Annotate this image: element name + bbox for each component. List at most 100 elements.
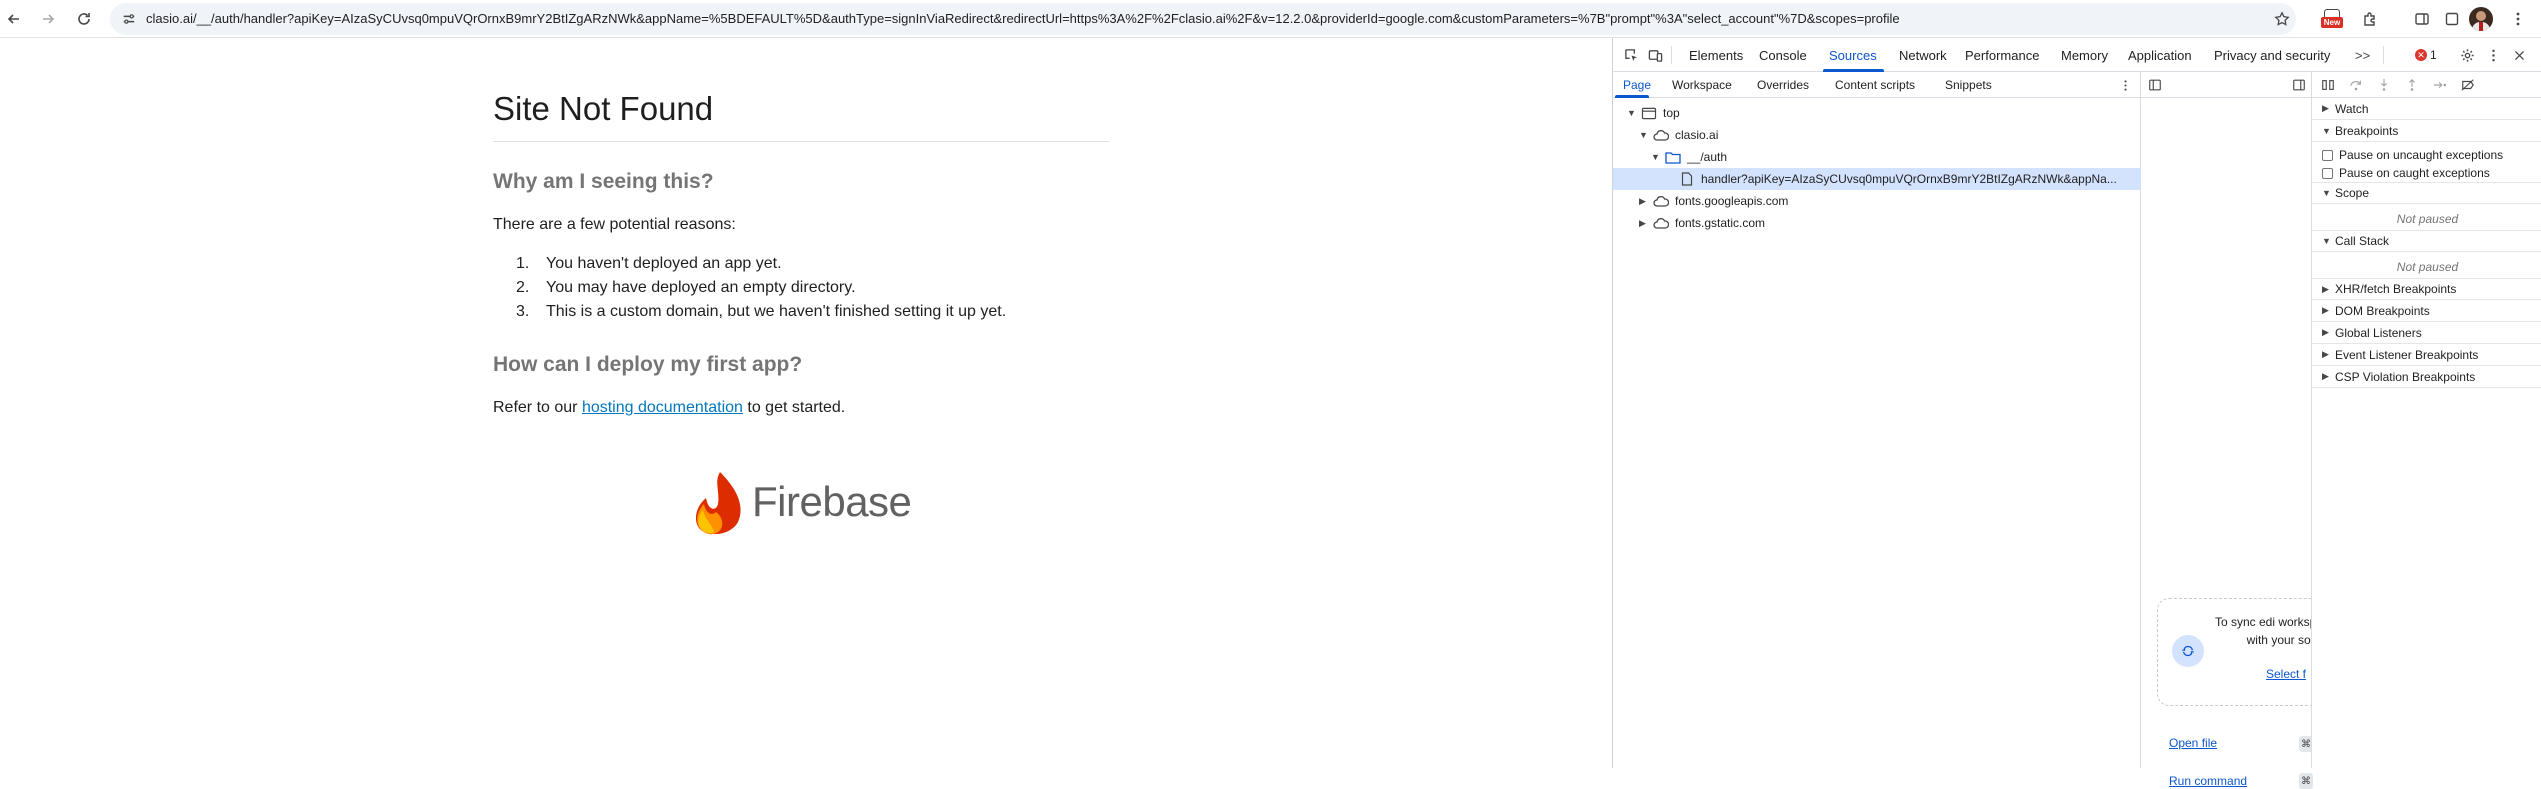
- browser-menu-icon[interactable]: [2504, 5, 2532, 33]
- frame-icon: [1641, 106, 1657, 120]
- toolbar-divider: [2383, 46, 2384, 64]
- devtools-tab-bar: Elements Console Sources Network Perform…: [1613, 38, 2541, 72]
- toggle-navigator-icon[interactable]: [2147, 77, 2163, 93]
- tree-item-fonts-gstatic[interactable]: ▶ fonts.gstatic.com: [1613, 212, 2141, 234]
- tree-item-file[interactable]: handler?apiKey=AIzaSyCUvsq0mpuVQrOrnxB9m…: [1613, 168, 2141, 190]
- tab-content-scripts[interactable]: Content scripts: [1835, 78, 1915, 92]
- debugger-sidebar: ▶ Watch ▼ Breakpoints Pause on uncaught ex…: [2311, 72, 2541, 768]
- browser-toolbar: clasio.ai/__/auth/handler?apiKey=AIzaSyC…: [0, 0, 2541, 38]
- run-command-link[interactable]: Run command: [2169, 774, 2247, 788]
- collapse-triangle-icon: ▶: [2322, 371, 2329, 381]
- error-count-badge[interactable]: ✕ 1: [2415, 48, 2437, 62]
- call-stack-status: Not paused: [2396, 260, 2459, 274]
- expand-triangle-icon: ▼: [2322, 188, 2331, 198]
- title-divider: [493, 141, 1109, 142]
- step-icon[interactable]: [2432, 77, 2448, 93]
- hosting-documentation-link[interactable]: hosting documentation: [582, 399, 743, 416]
- expand-triangle-icon: ▼: [2322, 125, 2331, 136]
- site-info-icon[interactable]: [118, 8, 140, 30]
- tree-item-top[interactable]: ▼ top: [1613, 102, 2141, 124]
- new-badge: New: [2321, 17, 2343, 28]
- step-into-icon[interactable]: [2376, 77, 2392, 93]
- step-out-icon[interactable]: [2404, 77, 2420, 93]
- active-tab-indicator: [1615, 95, 1649, 98]
- side-panel-icon[interactable]: [2408, 5, 2436, 33]
- reload-button[interactable]: [70, 5, 98, 33]
- tab-memory[interactable]: Memory: [2061, 48, 2108, 63]
- global-listeners-section[interactable]: ▶ Global Listeners: [2312, 322, 2541, 344]
- expand-triangle-icon: ▼: [2322, 236, 2331, 246]
- reasons-list: 1. You haven't deployed an app yet. 2. You…: [516, 252, 1006, 324]
- tree-item-folder[interactable]: ▼ __/auth: [1613, 146, 2141, 168]
- scope-section[interactable]: ▼ Scope: [2312, 182, 2541, 204]
- event-listener-breakpoints-section[interactable]: ▶ Event Listener Breakpoints: [2312, 344, 2541, 366]
- settings-gear-icon[interactable]: [2459, 47, 2475, 63]
- tab-overrides[interactable]: Overrides: [1757, 78, 1809, 92]
- toggle-debugger-icon[interactable]: [2291, 77, 2307, 93]
- watch-section[interactable]: ▶ Watch: [2312, 98, 2541, 120]
- navigator-menu-icon[interactable]: [2117, 77, 2133, 93]
- tree-item-fonts-googleapis[interactable]: ▶ fonts.googleapis.com: [1613, 190, 2141, 212]
- call-stack-section[interactable]: ▼ Call Stack: [2312, 230, 2541, 252]
- firebase-wordmark: Firebase: [752, 478, 912, 525]
- debugger-toolbar: [2312, 72, 2541, 98]
- tab-page[interactable]: Page: [1623, 78, 1651, 92]
- select-folder-link[interactable]: Select f: [2266, 667, 2306, 681]
- run-command-row: Run command: [2169, 774, 2247, 788]
- tab-workspace[interactable]: Workspace: [1672, 78, 1732, 92]
- pause-uncaught-checkbox[interactable]: Pause on uncaught exceptions: [2322, 148, 2503, 162]
- file-icon: [1679, 172, 1695, 186]
- close-devtools-icon[interactable]: [2511, 47, 2527, 63]
- tab-sources[interactable]: Sources: [1829, 48, 1877, 63]
- open-file-link[interactable]: Open file: [2169, 736, 2217, 750]
- expand-triangle-icon: ▼: [1651, 152, 1660, 162]
- refer-line: Refer to our hosting documentation to ge…: [493, 399, 846, 416]
- deploy-heading: How can I deploy my first app?: [493, 353, 803, 376]
- tab-privacy-security[interactable]: Privacy and security: [2214, 48, 2330, 63]
- devtools-panel: Elements Console Sources Network Perform…: [1612, 38, 2541, 789]
- device-toolbar-icon[interactable]: [1647, 47, 1663, 63]
- collapse-triangle-icon: ▶: [1639, 217, 1646, 228]
- page-title: Site Not Found: [493, 90, 714, 127]
- open-file-row: Open file: [2169, 736, 2217, 750]
- forward-button[interactable]: [34, 5, 62, 33]
- reasons-intro: There are a few potential reasons:: [493, 216, 736, 233]
- pause-icon[interactable]: [2320, 77, 2336, 93]
- deactivate-breakpoints-icon[interactable]: [2460, 77, 2476, 93]
- tree-item-domain[interactable]: ▼ clasio.ai: [1613, 124, 2141, 146]
- collapse-triangle-icon: ▶: [2322, 327, 2329, 337]
- step-over-icon[interactable]: [2348, 77, 2364, 93]
- dom-breakpoints-section[interactable]: ▶ DOM Breakpoints: [2312, 300, 2541, 322]
- back-button[interactable]: [0, 5, 28, 33]
- new-extension-icon[interactable]: New: [2318, 5, 2346, 33]
- tab-snippets[interactable]: Snippets: [1945, 78, 1992, 92]
- csp-violation-breakpoints-section[interactable]: ▶ CSP Violation Breakpoints: [2312, 366, 2541, 388]
- error-icon: ✕: [2415, 49, 2427, 61]
- profile-avatar[interactable]: [2469, 7, 2493, 31]
- window-icon[interactable]: [2438, 5, 2466, 33]
- tab-performance[interactable]: Performance: [1965, 48, 2039, 63]
- workspace-sync-card: To sync edi workspace, dr with your sour…: [2157, 598, 2327, 706]
- breakpoints-section[interactable]: ▼ Breakpoints: [2312, 120, 2541, 142]
- tab-console[interactable]: Console: [1759, 48, 1807, 63]
- cloud-icon: [1653, 194, 1669, 208]
- checkbox[interactable]: [2322, 149, 2333, 161]
- arrow-left-icon: [7, 14, 19, 24]
- tab-elements[interactable]: Elements: [1689, 48, 1743, 63]
- checkbox[interactable]: [2322, 167, 2333, 179]
- bookmark-star-icon[interactable]: [2268, 5, 2296, 33]
- extensions-puzzle-icon[interactable]: [2356, 5, 2384, 33]
- tab-application[interactable]: Application: [2128, 48, 2192, 63]
- cloud-icon: [1653, 128, 1669, 142]
- pause-caught-checkbox[interactable]: Pause on caught exceptions: [2322, 166, 2490, 180]
- xhr-breakpoints-section[interactable]: ▶ XHR/fetch Breakpoints: [2312, 278, 2541, 300]
- sources-navigator: Page Workspace Overrides Content scripts…: [1613, 72, 2141, 768]
- tab-network[interactable]: Network: [1899, 48, 1947, 63]
- expand-triangle-icon: ▼: [1639, 130, 1648, 140]
- address-bar[interactable]: clasio.ai/__/auth/handler?apiKey=AIzaSyC…: [110, 3, 2296, 35]
- navigator-tabs: Page Workspace Overrides Content scripts…: [1613, 72, 2141, 98]
- url-text[interactable]: clasio.ai/__/auth/handler?apiKey=AIzaSyC…: [146, 11, 2246, 26]
- inspect-element-icon[interactable]: [1623, 47, 1639, 63]
- more-tabs-button[interactable]: >>: [2355, 48, 2370, 63]
- devtools-menu-icon[interactable]: [2485, 47, 2501, 63]
